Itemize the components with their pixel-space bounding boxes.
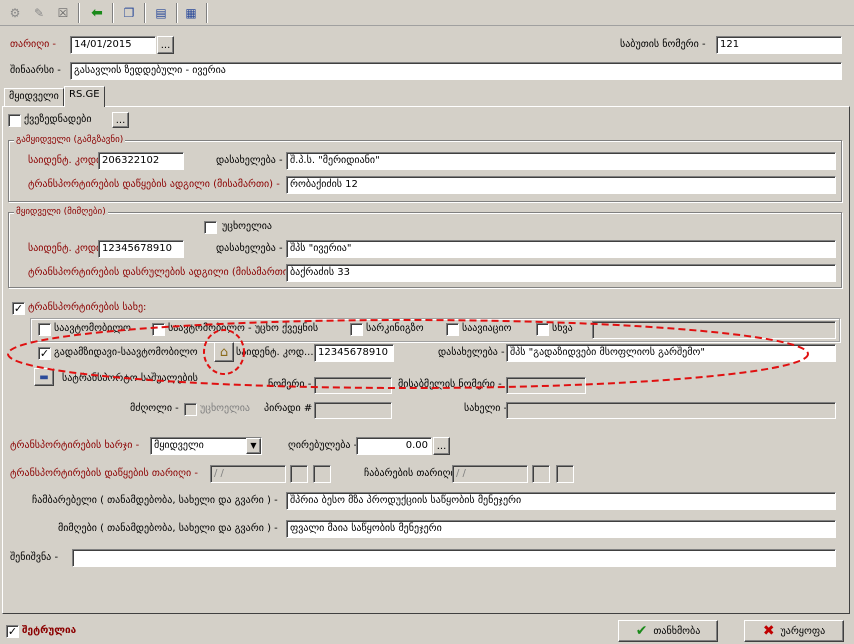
copy-icon[interactable]: ❐ bbox=[120, 4, 138, 22]
open-doc-icon[interactable]: ✎ bbox=[30, 4, 48, 22]
back-arrow-icon[interactable]: ⬅ bbox=[88, 4, 106, 22]
cost-by-value: მყიდველი bbox=[154, 440, 204, 451]
date-label: თარიღი - bbox=[10, 39, 57, 50]
toolbar-separator bbox=[144, 3, 146, 23]
received-by-label: მიმღები ( თანამდებობა, სახელი და გვარი )… bbox=[58, 523, 278, 534]
cancel-button[interactable]: ✖ უარყოფა bbox=[744, 620, 844, 642]
toolbar-separator bbox=[78, 3, 80, 23]
toolbar-separator bbox=[206, 3, 208, 23]
subwaybill-button[interactable]: ... bbox=[112, 112, 129, 128]
cost-field[interactable]: 0.00 bbox=[356, 437, 432, 455]
doc-number-label: საბუთის ნომერი - bbox=[620, 39, 706, 50]
received-by-field[interactable]: ფვალი მაია საწყობის მენეჯერი bbox=[286, 520, 836, 538]
delivery-date-field: / / bbox=[452, 465, 528, 483]
seller-group-title: გამყიდველი (გამგზავნი) bbox=[14, 135, 126, 146]
buyer-address-label: ტრანსპორტირების დასრულების ადგილი (მისამ… bbox=[28, 267, 299, 278]
buyer-name-label: დასახელება - bbox=[216, 243, 283, 254]
seller-name-field[interactable]: შ.პ.ს. "მერიდიანი" bbox=[286, 152, 836, 170]
tab-rsge[interactable]: RS.GE bbox=[64, 86, 105, 107]
date-field[interactable]: 14/01/2015 bbox=[70, 36, 156, 54]
toolbar-separator bbox=[112, 3, 114, 23]
cost-by-label: ტრანსპორტირების ხარჯი - bbox=[10, 440, 140, 451]
cost-by-select[interactable]: მყიდველი ▼ bbox=[150, 437, 262, 455]
annotation-large-ellipse bbox=[7, 319, 809, 389]
buyer-foreign-checkbox[interactable] bbox=[204, 221, 217, 234]
seller-name-label: დასახელება - bbox=[216, 155, 283, 166]
buyer-address-field[interactable]: ბაქრაძის 33 bbox=[286, 264, 836, 282]
delivery-minute-field bbox=[556, 465, 574, 483]
check-icon: ✔ bbox=[635, 623, 648, 639]
buyer-foreign-label: უცხოელია bbox=[222, 221, 272, 232]
note-field[interactable] bbox=[72, 549, 836, 567]
tab-buyer[interactable]: მყიდველი bbox=[4, 88, 64, 106]
seller-tax-code-label: საიდენტ. კოდი - bbox=[28, 155, 108, 166]
subwaybill-checkbox[interactable] bbox=[8, 114, 21, 127]
ok-button-label: თანხმობა bbox=[653, 625, 701, 637]
start-date-field: / / bbox=[210, 465, 286, 483]
ok-button[interactable]: ✔ თანხმობა bbox=[618, 620, 718, 642]
start-date-label: ტრანსპორტირების დაწყების თარიღი - bbox=[10, 468, 198, 479]
tab-label: RS.GE bbox=[69, 89, 100, 100]
cost-button[interactable]: ... bbox=[433, 437, 450, 455]
tab-label: მყიდველი bbox=[9, 91, 59, 102]
buyer-group-title: მყიდველი (მიმღები) bbox=[14, 207, 108, 218]
doc-number-field[interactable]: 121 bbox=[716, 36, 842, 54]
toolbar-separator bbox=[176, 3, 178, 23]
delivery-hour-field bbox=[532, 465, 550, 483]
comment-label: შინაარსი - bbox=[10, 65, 61, 76]
print-preview-icon[interactable]: ▦ bbox=[182, 4, 200, 22]
saved-label: შეტრულია bbox=[22, 625, 77, 636]
buyer-tax-code-field[interactable]: 12345678910 bbox=[98, 240, 184, 258]
cost-label: ღირებულება - bbox=[288, 440, 358, 451]
delivery-date-label: ჩაბარების თარიღი - bbox=[364, 468, 463, 479]
saved-checkbox[interactable]: ✓ bbox=[6, 625, 19, 638]
note-label: შენიშვნა - bbox=[10, 552, 59, 563]
seller-tax-code-field[interactable]: 206322102 bbox=[98, 152, 184, 170]
date-picker-button[interactable]: ... bbox=[157, 36, 174, 54]
comment-field[interactable]: გასავლის ზედდებული - ივერია bbox=[70, 62, 842, 80]
annotation-overlay bbox=[7, 319, 809, 389]
cancel-button-label: უარყოფა bbox=[780, 625, 826, 637]
handed-by-field[interactable]: შპრია ბესო მზა პროდუქციის საწყობის მენეჯ… bbox=[286, 492, 836, 510]
toolbar: ⚙ ✎ ☒ ⬅ ❐ ▤ ▦ bbox=[0, 0, 854, 26]
annotation-small-ellipse bbox=[203, 329, 245, 375]
buyer-name-field[interactable]: შპს "ივერია" bbox=[286, 240, 836, 258]
print-icon[interactable]: ▤ bbox=[152, 4, 170, 22]
handed-by-label: ჩამბარებელი ( თანამდებობა, სახელი და გვა… bbox=[32, 495, 278, 506]
new-doc-icon[interactable]: ⚙ bbox=[6, 4, 24, 22]
close-icon: ✖ bbox=[762, 623, 775, 639]
start-date-minute-field bbox=[313, 465, 331, 483]
start-date-hour-field bbox=[290, 465, 308, 483]
delete-icon[interactable]: ☒ bbox=[54, 4, 72, 22]
subwaybill-label: ქვეზედნადები bbox=[24, 114, 92, 125]
chevron-down-icon[interactable]: ▼ bbox=[246, 438, 261, 454]
seller-address-label: ტრანსპორტირების დაწყების ადგილი (მისამარ… bbox=[28, 179, 280, 190]
seller-address-field[interactable]: რობაქიძის 12 bbox=[286, 176, 836, 194]
buyer-tax-code-label: საიდენტ. კოდი - bbox=[28, 243, 108, 254]
